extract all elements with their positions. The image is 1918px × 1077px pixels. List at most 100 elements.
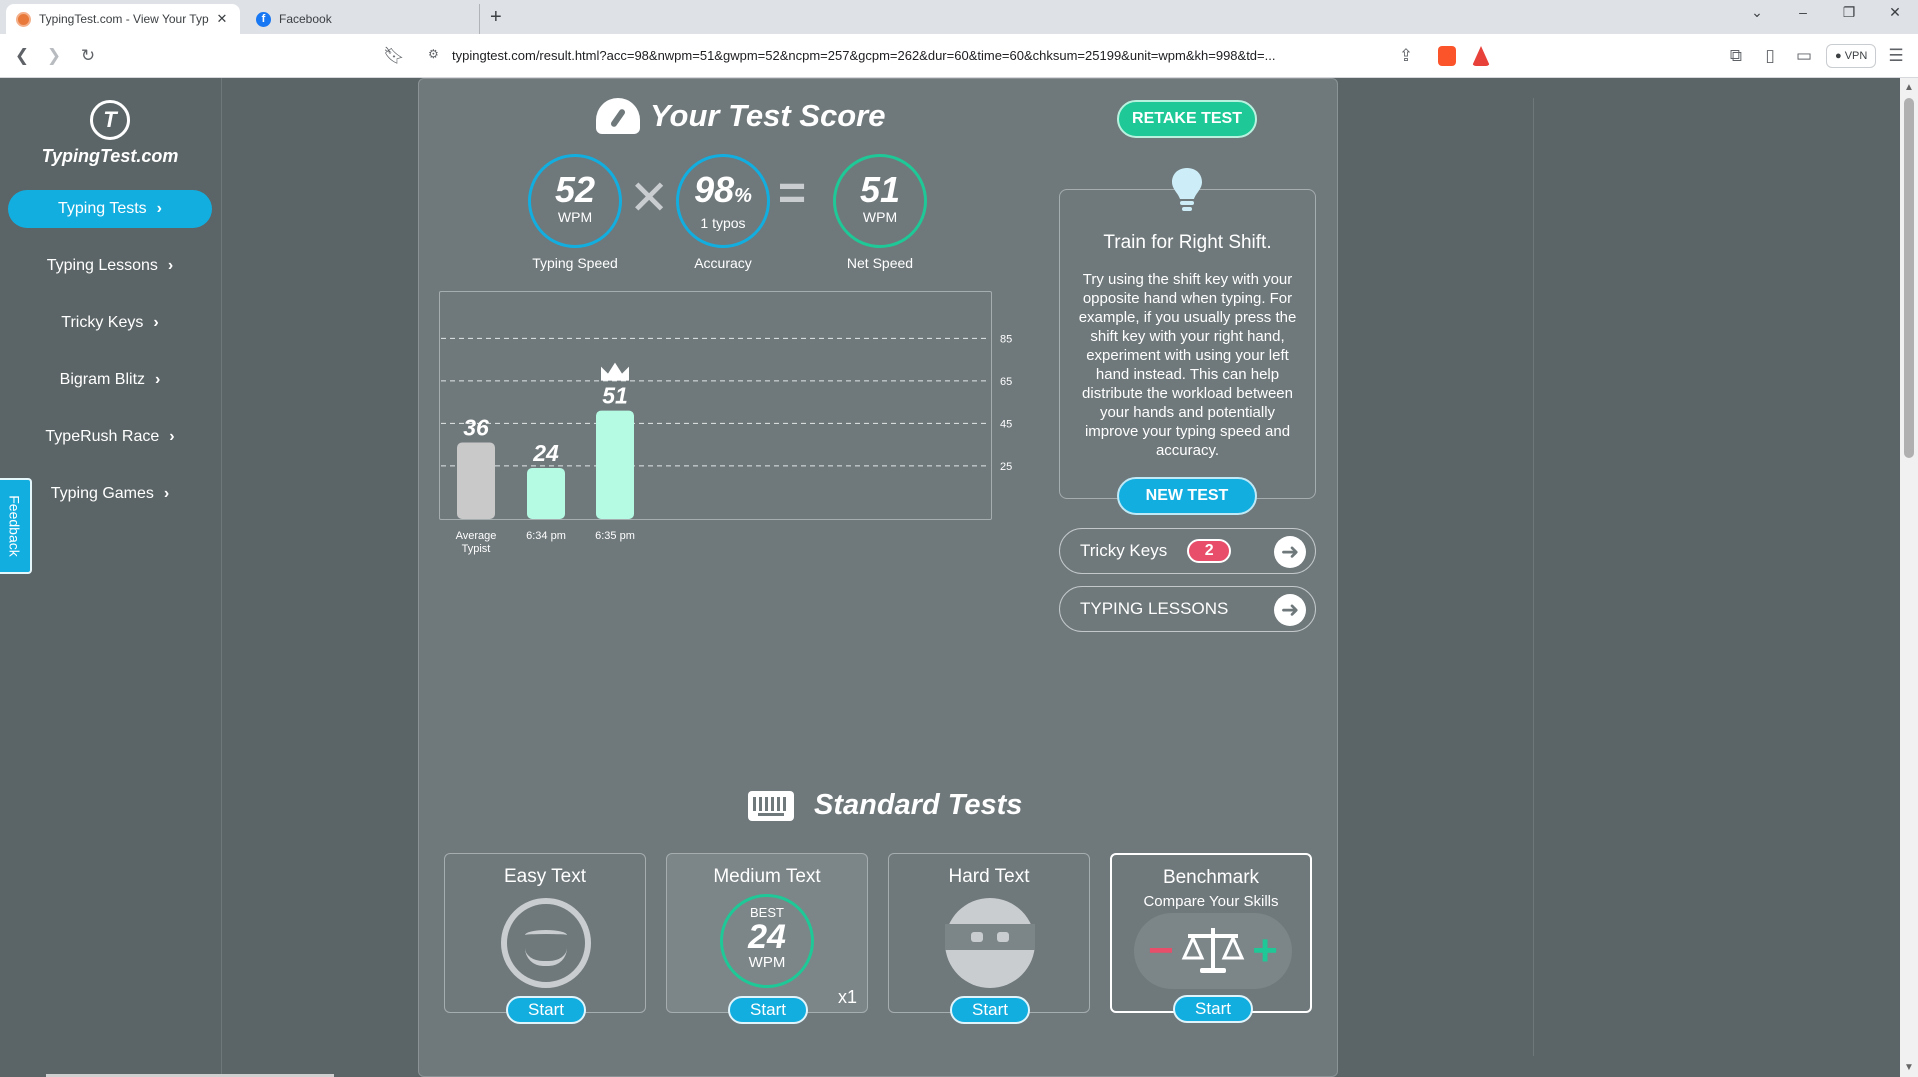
attempt-count: x1 bbox=[837, 987, 857, 1007]
net-speed-label: Net Speed bbox=[846, 255, 914, 271]
bar-value-label: 51 bbox=[602, 383, 628, 409]
typo-count: 1 typos bbox=[700, 215, 746, 231]
speedometer-icon bbox=[596, 98, 640, 134]
sidebar-item-label: Typing Tests bbox=[58, 200, 147, 217]
y-tick-label: 45 bbox=[1000, 418, 1012, 430]
x-category-label: 6:34 pm bbox=[526, 530, 566, 542]
hard-start-button[interactable]: Start bbox=[950, 996, 1030, 1024]
keyboard-icon bbox=[748, 790, 794, 821]
reload-icon[interactable]: ↻ bbox=[76, 44, 100, 68]
sidebar-item-tricky-keys[interactable]: Tricky Keys › bbox=[8, 304, 212, 342]
sidebar-item-label: TypeRush Race bbox=[45, 428, 160, 445]
chevron-right-icon: › bbox=[153, 314, 159, 331]
tab-list-chevron-icon[interactable]: ⌄ bbox=[1742, 4, 1772, 21]
typing-lessons-link[interactable]: TYPING LESSONS ➜ bbox=[1059, 586, 1316, 632]
standard-tests-title: Standard Tests bbox=[748, 789, 1022, 822]
tip-body: Try using the shift key with your opposi… bbox=[1078, 271, 1297, 459]
typing-speed-circle: 52 WPM bbox=[528, 154, 622, 248]
back-icon[interactable]: ❮ bbox=[10, 44, 34, 68]
net-speed-value: 51 bbox=[859, 169, 901, 210]
browser-tabstrip: TypingTest.com - View Your Typ ✕ f Faceb… bbox=[0, 0, 1918, 34]
minimize-button[interactable]: – bbox=[1788, 4, 1818, 20]
wallet-icon[interactable]: ▭ bbox=[1792, 44, 1816, 68]
tricky-keys-link[interactable]: Tricky Keys 2 ➜ bbox=[1059, 528, 1316, 574]
sidebar-item-label: Typing Games bbox=[50, 485, 154, 502]
brave-rewards-icon[interactable] bbox=[1472, 46, 1490, 66]
sidebar-item-typing-lessons[interactable]: Typing Lessons › bbox=[8, 247, 212, 285]
share-icon[interactable]: ⇪ bbox=[1394, 44, 1418, 68]
balance-scale-icon: − + bbox=[1134, 913, 1292, 989]
bar-1 bbox=[527, 468, 565, 519]
smiley-face-icon bbox=[501, 898, 591, 988]
scrollbar-thumb[interactable] bbox=[1904, 98, 1914, 458]
y-tick-label: 85 bbox=[1000, 333, 1012, 345]
typing-speed-label: Typing Speed bbox=[532, 255, 618, 271]
typing-speed-value: 52 bbox=[554, 169, 596, 210]
chevron-right-icon: › bbox=[163, 485, 170, 502]
tab-facebook[interactable]: f Facebook bbox=[248, 4, 480, 34]
address-bar[interactable]: typingtest.com/result.html?acc=98&nwpm=5… bbox=[452, 48, 1382, 63]
card-title: Medium Text bbox=[713, 866, 821, 887]
easy-start-button[interactable]: Start bbox=[506, 996, 586, 1024]
arrow-right-icon[interactable]: ➜ bbox=[1274, 594, 1306, 626]
best-score-circle: BEST 24 WPM bbox=[720, 894, 814, 988]
retake-test-button[interactable]: RETAKE TEST bbox=[1117, 100, 1257, 138]
x-category-label: 6:35 pm bbox=[595, 530, 635, 542]
sidebar-item-label: Tricky Keys bbox=[61, 314, 144, 331]
speed-history-chart-svg: 25 45 65 85 36 AverageTypist 24 6:34 pm 51 6:35 p… bbox=[441, 333, 1012, 555]
extensions-icon[interactable]: ⧉ bbox=[1724, 44, 1748, 68]
site-logo[interactable]: T TypingTest.com bbox=[40, 100, 180, 167]
vpn-label: VPN bbox=[1844, 50, 1868, 62]
scroll-up-icon[interactable]: ▲ bbox=[1904, 82, 1914, 93]
score-title-text: Your Test Score bbox=[650, 98, 886, 133]
site-info-icon[interactable]: ⚙ bbox=[428, 47, 439, 61]
tip-card: Train for Right Shift. Try using the shi… bbox=[1059, 189, 1316, 499]
benchmark-card[interactable]: Benchmark Compare Your Skills − + Start bbox=[1110, 853, 1312, 1023]
easy-text-card[interactable]: Easy Text Start bbox=[444, 853, 646, 1024]
scroll-down-icon[interactable]: ▼ bbox=[1904, 1062, 1914, 1073]
forward-icon[interactable]: ❯ bbox=[42, 44, 66, 68]
hard-text-card[interactable]: Hard Text Start bbox=[888, 853, 1090, 1024]
menu-icon[interactable]: ☰ bbox=[1884, 44, 1908, 68]
sidebar-item-typing-tests[interactable]: Typing Tests › bbox=[8, 190, 212, 228]
typing-lessons-label: TYPING LESSONS bbox=[1080, 599, 1229, 618]
card-title: Benchmark bbox=[1162, 867, 1260, 888]
restore-button[interactable]: ❐ bbox=[1834, 4, 1864, 21]
new-tab-button[interactable]: + bbox=[490, 6, 502, 29]
bar-value-label: 36 bbox=[463, 415, 489, 441]
chevron-right-icon: › bbox=[167, 257, 174, 274]
card-title: Hard Text bbox=[948, 866, 1030, 887]
arrow-right-icon[interactable]: ➜ bbox=[1274, 536, 1306, 568]
sidebar-toggle-icon[interactable]: ▯ bbox=[1758, 44, 1782, 68]
medium-text-card[interactable]: Medium Text BEST 24 WPM x1 Start bbox=[666, 853, 868, 1024]
bookmark-icon[interactable]: 🔖︎ bbox=[382, 44, 406, 68]
feedback-tab[interactable]: Feedback bbox=[0, 478, 32, 574]
x-category-label: Typist bbox=[462, 543, 491, 555]
browser-toolbar: ❮ ❯ ↻ 🔖︎ ⚙ typingtest.com/result.html?ac… bbox=[0, 34, 1918, 78]
sidebar-item-typerush-race[interactable]: TypeRush Race › bbox=[8, 418, 212, 456]
sidebar-item-bigram-blitz[interactable]: Bigram Blitz › bbox=[8, 361, 212, 399]
bar-2 bbox=[596, 410, 634, 519]
accuracy-circle: 98% 1 typos bbox=[676, 154, 770, 248]
x-category-label: Average bbox=[456, 530, 497, 542]
close-window-button[interactable]: ✕ bbox=[1880, 4, 1910, 21]
multiply-icon: ✕ bbox=[629, 172, 670, 225]
bar-value-label: 24 bbox=[532, 440, 559, 466]
new-test-button[interactable]: NEW TEST bbox=[1117, 477, 1257, 515]
lightbulb-icon bbox=[1172, 168, 1202, 211]
sidebar-item-typing-games[interactable]: Typing Games › bbox=[8, 475, 212, 513]
y-tick-label: 65 bbox=[1000, 376, 1012, 388]
vertical-scrollbar[interactable]: ▲ ▼ bbox=[1900, 78, 1918, 1077]
card-subtitle: Compare Your Skills bbox=[1143, 893, 1279, 910]
tab-title: Facebook bbox=[279, 12, 332, 26]
tab-typingtest[interactable]: TypingTest.com - View Your Typ ✕ bbox=[6, 4, 240, 34]
close-tab-icon[interactable]: ✕ bbox=[214, 11, 230, 27]
benchmark-start-button[interactable]: Start bbox=[1173, 995, 1253, 1023]
sidebar: T TypingTest.com Typing Tests › Typing Le… bbox=[0, 78, 222, 1077]
medium-start-button[interactable]: Start bbox=[728, 996, 808, 1024]
best-value: 24 bbox=[748, 918, 786, 956]
net-speed-unit: WPM bbox=[862, 209, 898, 225]
vpn-button[interactable]: ● VPN bbox=[1826, 44, 1877, 68]
brave-shields-icon[interactable] bbox=[1438, 46, 1456, 66]
logo-text: TypingTest.com bbox=[41, 146, 179, 166]
